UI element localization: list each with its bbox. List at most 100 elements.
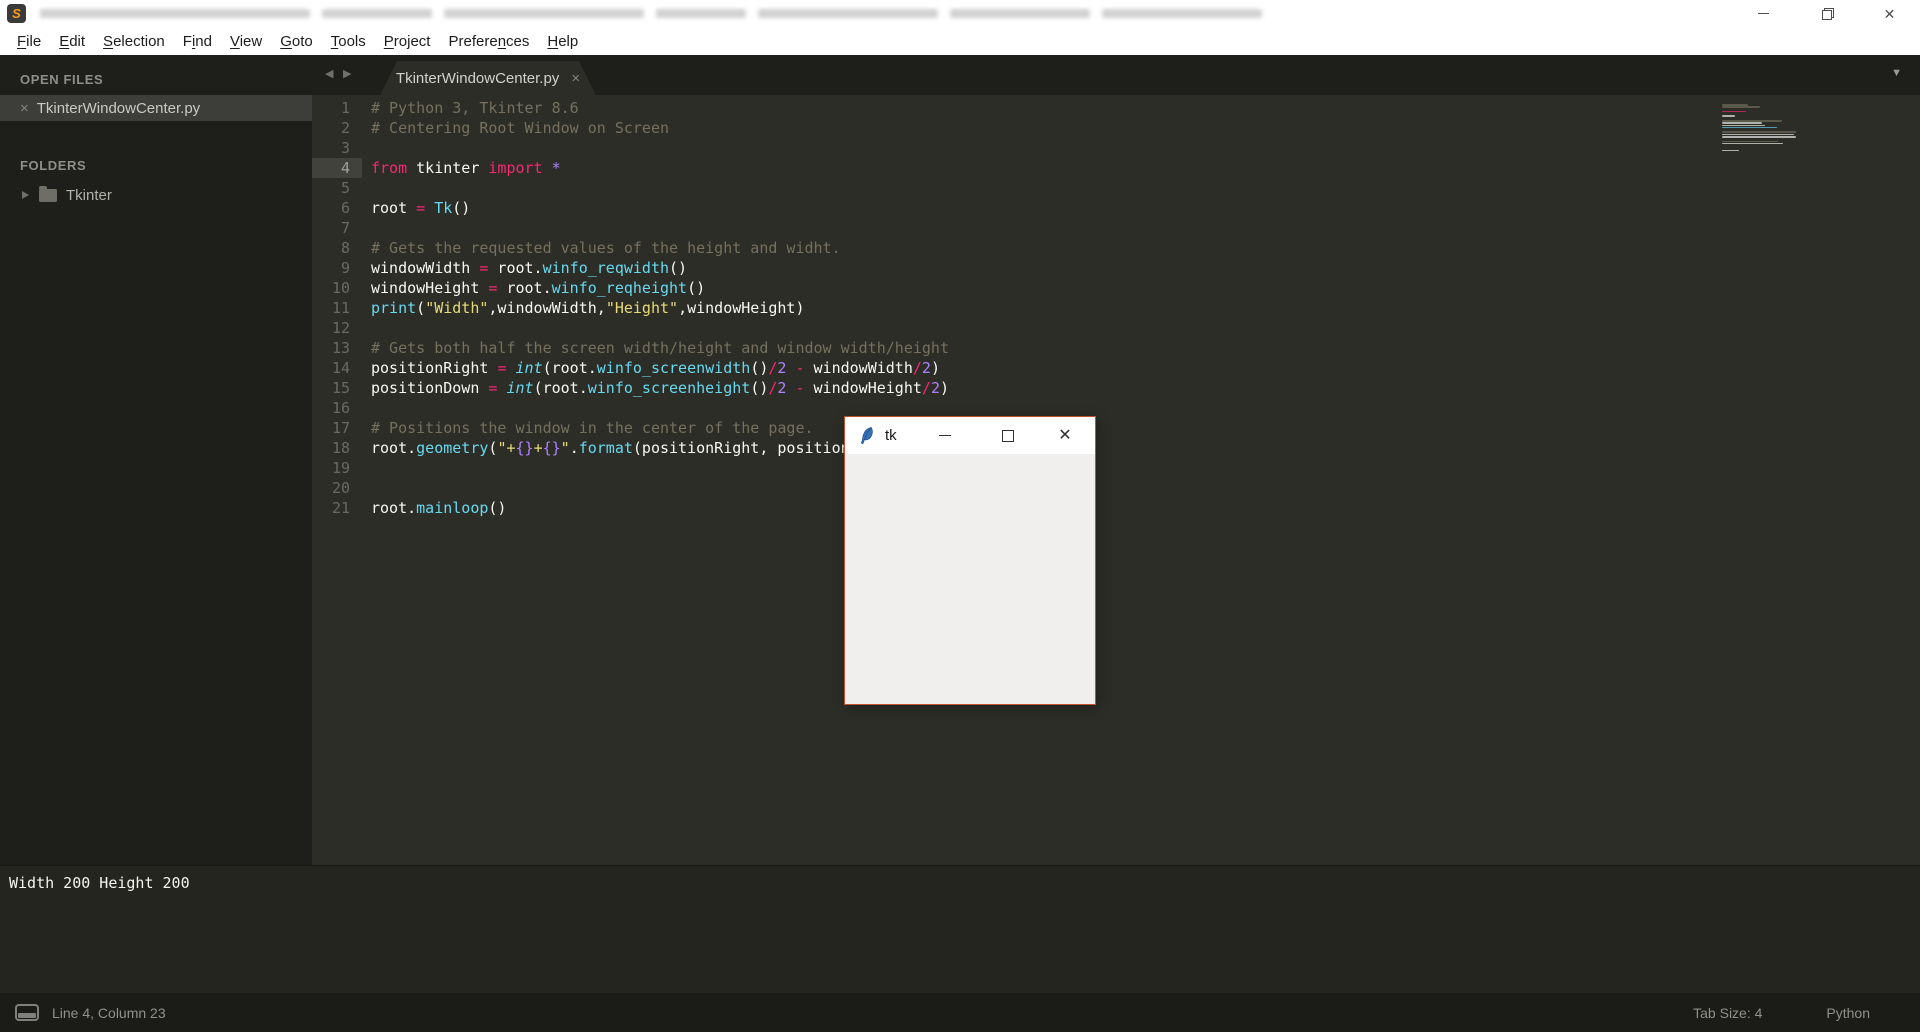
- tab-size-indicator[interactable]: Tab Size: 4: [1693, 1005, 1762, 1021]
- console-panel[interactable]: Width 200 Height 200: [0, 865, 1920, 993]
- tk-maximize-button[interactable]: [990, 417, 1026, 454]
- menu-find[interactable]: Find: [174, 33, 221, 50]
- line-number: 2: [340, 119, 350, 137]
- code-text: root.mainloop(): [371, 499, 507, 517]
- code-line[interactable]: 16: [312, 398, 1920, 418]
- code-line[interactable]: 14 positionRight = int(root.winfo_screenw…: [312, 358, 1920, 378]
- menu-edit[interactable]: Edit: [50, 33, 94, 50]
- code-line[interactable]: 18 root.geometry("+{}+{}".format(position…: [312, 438, 1920, 458]
- code-line[interactable]: 11 print("Width",windowWidth,"Height",win…: [312, 298, 1920, 318]
- code-line[interactable]: 13 # Gets both half the screen width/heig…: [312, 338, 1920, 358]
- code-line[interactable]: 3: [312, 138, 1920, 158]
- code-text: print("Width",windowWidth,"Height",windo…: [371, 299, 805, 317]
- expand-arrow-icon[interactable]: [22, 191, 29, 199]
- code-editor[interactable]: 1 # Python 3, Tkinter 8.6 2 # Centering Roo…: [312, 95, 1920, 865]
- line-number: 21: [331, 499, 350, 517]
- code-line[interactable]: 2 # Centering Root Window on Screen: [312, 118, 1920, 138]
- code-text: from tkinter import *: [371, 159, 561, 177]
- code-line[interactable]: 9 windowWidth = root.winfo_reqwidth(): [312, 258, 1920, 278]
- syntax-indicator[interactable]: Python: [1826, 1005, 1870, 1021]
- menu-selection[interactable]: Selection: [94, 33, 174, 50]
- code-line[interactable]: 1 # Python 3, Tkinter 8.6: [312, 98, 1920, 118]
- code-line[interactable]: 17 # Positions the window in the center o…: [312, 418, 1920, 438]
- code-text: # Python 3, Tkinter 8.6: [371, 99, 579, 117]
- menu-view[interactable]: View: [221, 33, 271, 50]
- close-button[interactable]: ✕: [1867, 0, 1912, 27]
- console-output: Width 200 Height 200: [9, 874, 190, 892]
- restore-icon: [1821, 7, 1834, 20]
- code-line[interactable]: 10 windowHeight = root.winfo_reqheight(): [312, 278, 1920, 298]
- code-text: positionRight = int(root.winfo_screenwid…: [371, 359, 940, 377]
- sublime-text-window: S ✕ File Edit Selection Find View Goto Tools Pr…: [0, 0, 1920, 1032]
- tk-title-bar[interactable]: tk ✕: [845, 417, 1095, 454]
- minimap-line: [1722, 149, 1740, 152]
- line-number: 8: [340, 239, 350, 257]
- open-file-name: TkinterWindowCenter.py: [36, 99, 201, 117]
- minimap-line: [1722, 138, 1800, 140]
- code-line[interactable]: 19: [312, 458, 1920, 478]
- line-number: 19: [331, 459, 350, 477]
- tk-feather-icon: [860, 427, 873, 445]
- folder-item-tkinter[interactable]: Tkinter: [0, 182, 312, 208]
- tk-close-icon: ✕: [1058, 426, 1072, 444]
- minimap-line: [1722, 109, 1800, 111]
- line-number: 3: [340, 139, 350, 157]
- code-text: # Gets both half the screen width/height…: [371, 339, 949, 357]
- code-text: positionDown = int(root.winfo_screenheig…: [371, 379, 949, 397]
- line-number: 13: [331, 339, 350, 357]
- code-line[interactable]: 8 # Gets the requested values of the heig…: [312, 238, 1920, 258]
- code-text: windowHeight = root.winfo_reqheight(): [371, 279, 706, 297]
- tab-close-icon[interactable]: ×: [571, 71, 580, 86]
- line-number: 10: [331, 279, 350, 297]
- tk-window: tk ✕: [844, 416, 1096, 705]
- window-title-redacted: [40, 9, 1262, 18]
- console-toggle-icon[interactable]: [15, 1004, 39, 1021]
- tk-minimize-button[interactable]: [927, 417, 963, 454]
- sublime-logo-icon: S: [7, 4, 26, 23]
- code-line[interactable]: 4 from tkinter import *: [312, 158, 1920, 178]
- menu-bar: File Edit Selection Find View Goto Tools Projec…: [0, 27, 1920, 55]
- cursor-position[interactable]: Line 4, Column 23: [52, 1005, 166, 1021]
- line-number: 14: [331, 359, 350, 377]
- line-number: 4: [312, 158, 362, 178]
- tk-close-button[interactable]: ✕: [1047, 417, 1083, 454]
- code-line[interactable]: 15 positionDown = int(root.winfo_screenhe…: [312, 378, 1920, 398]
- title-bar: S ✕: [0, 0, 1920, 27]
- menu-help[interactable]: Help: [538, 33, 587, 50]
- menu-preferences[interactable]: Preferences: [439, 33, 538, 50]
- menu-project[interactable]: Project: [375, 33, 440, 50]
- code-line[interactable]: 6 root = Tk(): [312, 198, 1920, 218]
- minimize-icon: [1758, 13, 1769, 14]
- tab-tkinterwindowcenter[interactable]: TkinterWindowCenter.py ×: [380, 61, 596, 95]
- minimap-line: [1722, 147, 1800, 149]
- code-line[interactable]: 21 root.mainloop(): [312, 498, 1920, 518]
- tab-overflow-icon[interactable]: ▼: [1891, 68, 1902, 79]
- minimap[interactable]: [1722, 104, 1800, 152]
- code-line[interactable]: 5: [312, 178, 1920, 198]
- close-file-icon[interactable]: ×: [20, 101, 29, 116]
- code-line[interactable]: 7: [312, 218, 1920, 238]
- status-bar: Line 4, Column 23 Tab Size: 4 Python: [0, 993, 1920, 1032]
- line-number: 20: [331, 479, 350, 497]
- tk-minimize-icon: [939, 435, 951, 436]
- open-file-item[interactable]: × TkinterWindowCenter.py: [0, 95, 312, 121]
- menu-tools[interactable]: Tools: [322, 33, 375, 50]
- code-lines: 1 # Python 3, Tkinter 8.6 2 # Centering Roo…: [312, 95, 1920, 518]
- tab-next-icon[interactable]: ▶: [343, 69, 351, 80]
- code-line[interactable]: 12: [312, 318, 1920, 338]
- code-line[interactable]: 20: [312, 478, 1920, 498]
- code-text: windowWidth = root.winfo_reqwidth(): [371, 259, 688, 277]
- menu-file[interactable]: File: [8, 33, 50, 50]
- restore-button[interactable]: [1805, 0, 1850, 27]
- folder-name: Tkinter: [66, 186, 112, 204]
- minimize-button[interactable]: [1741, 0, 1786, 27]
- tk-window-title: tk: [885, 427, 897, 444]
- tab-prev-icon[interactable]: ◀: [325, 69, 333, 80]
- line-number: 9: [340, 259, 350, 277]
- menu-goto[interactable]: Goto: [271, 33, 322, 50]
- minimap-line: [1722, 106, 1760, 108]
- tk-window-body: [845, 454, 1095, 704]
- minimap-line: [1722, 115, 1735, 117]
- line-number: 6: [340, 199, 350, 217]
- open-files-header: OPEN FILES: [20, 72, 104, 87]
